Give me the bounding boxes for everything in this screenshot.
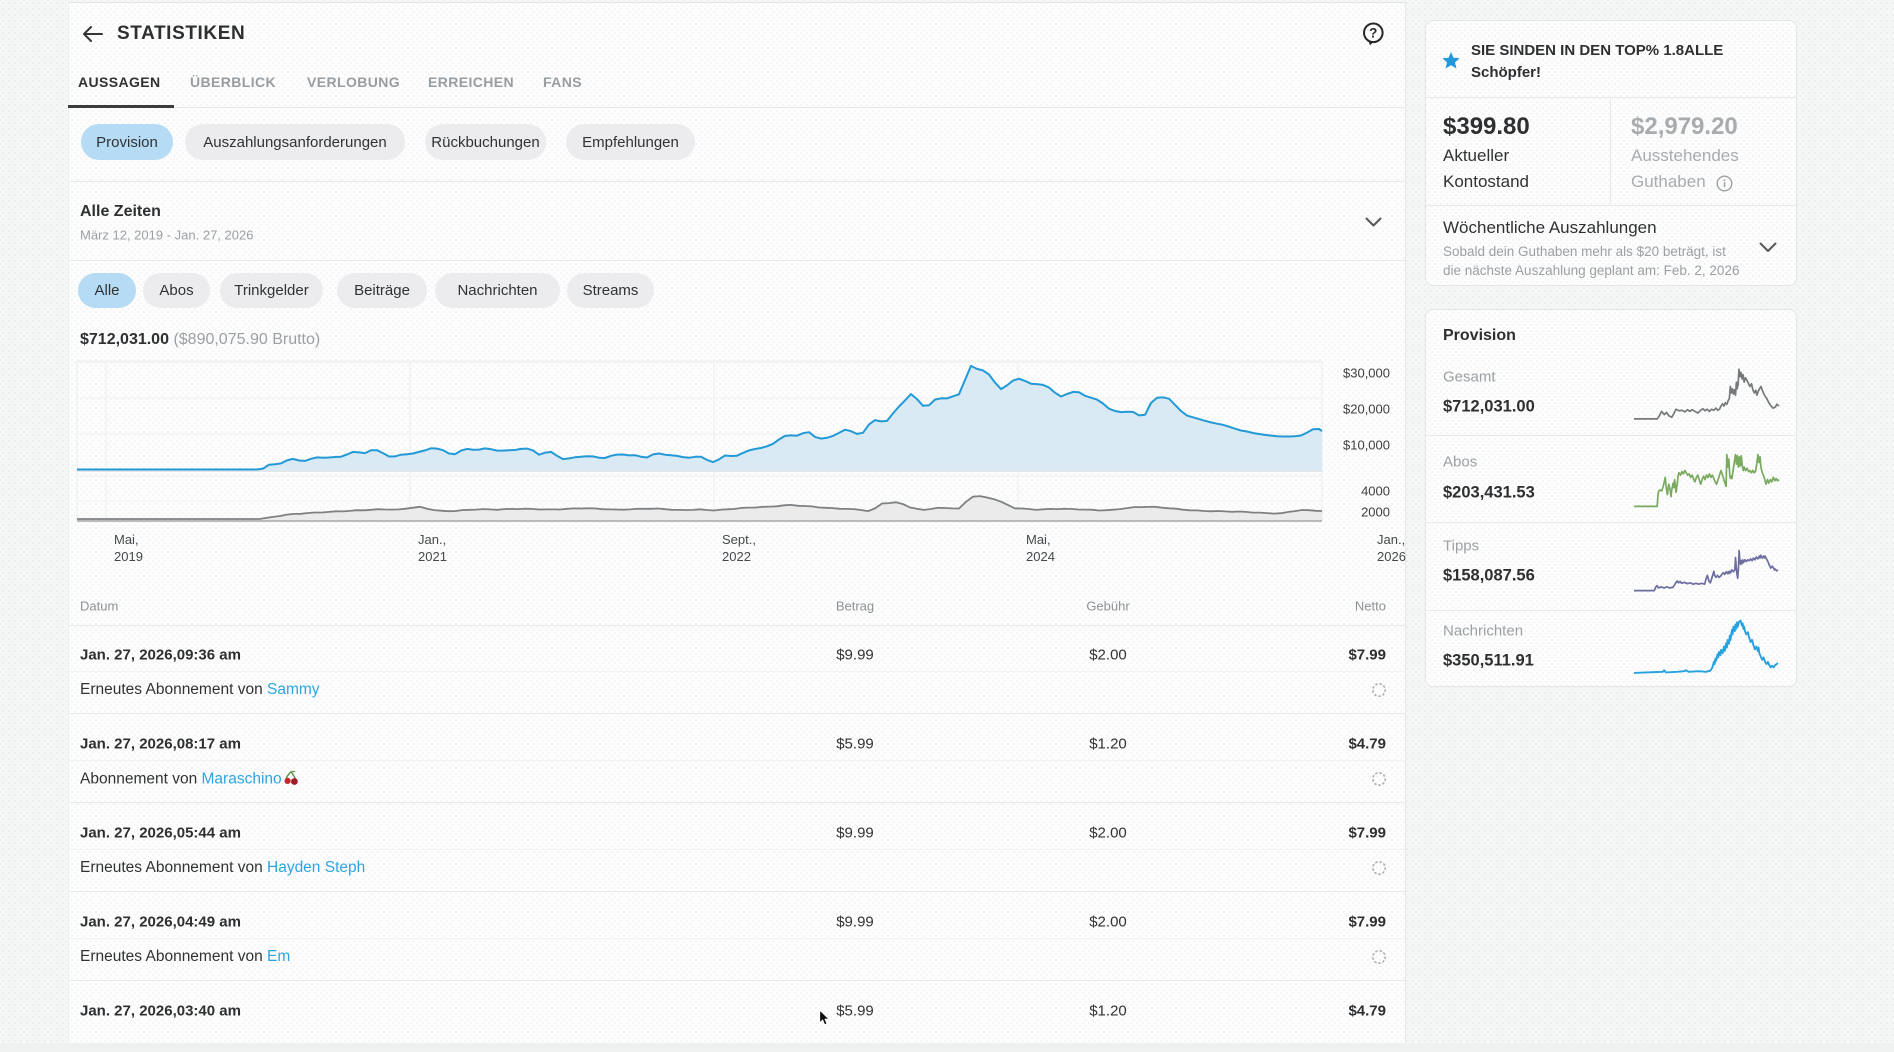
svg-text:?: ? [1369, 26, 1377, 41]
